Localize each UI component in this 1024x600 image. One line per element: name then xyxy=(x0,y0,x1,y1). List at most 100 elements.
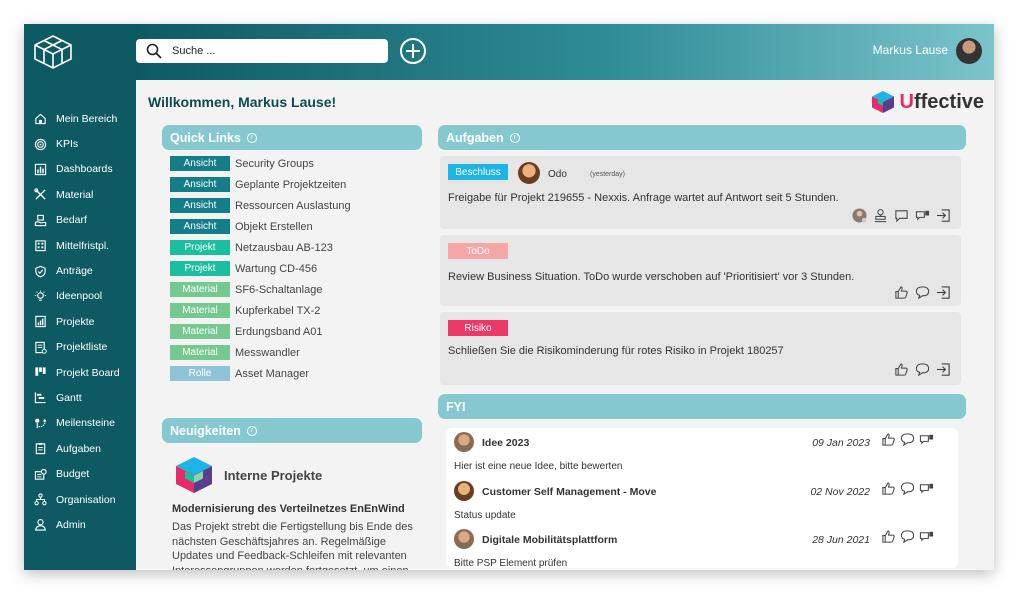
assign-icon[interactable] xyxy=(936,362,951,377)
quick-link-item[interactable]: Projekt Wartung CD-456 xyxy=(170,258,430,279)
quick-link-tag: Material xyxy=(170,345,230,360)
list-item[interactable]: Idee 2023 09 Jan 2023 Hier ist eine neue… xyxy=(446,428,958,477)
sidebar-item-label: Aufgaben xyxy=(56,442,101,455)
status-badge: Risiko xyxy=(448,320,508,336)
thumbs-up-icon[interactable] xyxy=(894,362,909,377)
forward-comment-icon[interactable] xyxy=(919,481,934,496)
sidebar-item-label: KPIs xyxy=(56,138,79,151)
quick-link-item[interactable]: Ansicht Ressourcen Auslastung xyxy=(170,195,430,216)
sidebar-item-material[interactable]: Material xyxy=(24,182,136,207)
report-icon xyxy=(35,316,46,328)
task-card[interactable]: Beschluss Odo (yesterday) Freigabe für P… xyxy=(440,156,961,229)
comment-icon[interactable] xyxy=(915,362,930,377)
forward-comment-icon[interactable] xyxy=(919,529,934,544)
sidebar-item-antraege[interactable]: Anträge xyxy=(24,258,136,283)
quick-link-tag: Material xyxy=(170,303,230,318)
thumbs-up-icon[interactable] xyxy=(881,432,896,447)
sidebar-item-meilensteine[interactable]: Meilensteine xyxy=(24,411,136,436)
sidebar-item-label: Ideenpool xyxy=(56,290,103,303)
fyi-text: Status update xyxy=(454,509,516,521)
assign-icon[interactable] xyxy=(936,285,951,300)
quick-link-label: Erdungsband A01 xyxy=(235,325,323,338)
home-icon xyxy=(35,113,46,125)
status-badge: Beschluss xyxy=(448,164,508,180)
quick-link-item[interactable]: Ansicht Objekt Erstellen xyxy=(170,216,430,237)
task-text: Schließen Sie die Risikominderung für ro… xyxy=(448,345,784,357)
comment-icon[interactable] xyxy=(900,481,915,496)
forward-comment-icon[interactable] xyxy=(919,432,934,447)
sidebar-item-mittelfristpl[interactable]: Mittelfristpl. xyxy=(24,233,136,258)
sidebar-item-aufgaben[interactable]: Aufgaben xyxy=(24,436,136,461)
sidebar-nav: Mein Bereich KPIs Dashboards Material Be… xyxy=(24,106,136,538)
assign-icon[interactable] xyxy=(936,208,951,223)
task-card[interactable]: ToDo Review Business Situation. ToDo wur… xyxy=(440,235,961,306)
sidebar-item-gantt[interactable]: Gantt xyxy=(24,385,136,410)
sidebar-item-mein-bereich[interactable]: Mein Bereich xyxy=(24,106,136,131)
forward-comment-icon[interactable] xyxy=(915,208,930,223)
sidebar-item-budget[interactable]: Budget xyxy=(24,461,136,486)
quick-link-item[interactable]: Material Kupferkabel TX-2 xyxy=(170,300,430,321)
milestone-icon xyxy=(35,418,46,429)
hand-box-icon xyxy=(34,214,47,226)
info-icon[interactable]: i xyxy=(246,425,257,436)
quick-link-item[interactable]: Material Messwandler xyxy=(170,342,430,363)
sidebar-item-dashboards[interactable]: Dashboards xyxy=(24,157,136,182)
page-title: Willkommen, Markus Lause! xyxy=(148,94,337,110)
news-item[interactable]: Interne Projekte Modernisierung des Vert… xyxy=(172,455,428,570)
thumbs-up-icon[interactable] xyxy=(894,285,909,300)
news-header: Neuigkeiten i xyxy=(162,418,422,443)
quick-link-tag: Rolle xyxy=(170,366,230,381)
user-name[interactable]: Markus Lause xyxy=(873,43,948,57)
quick-link-tag: Projekt xyxy=(170,240,230,255)
sidebar-item-projektliste[interactable]: Projektliste xyxy=(24,335,136,360)
quick-link-label: Kupferkabel TX-2 xyxy=(235,304,321,317)
sidebar-item-projekt-board[interactable]: Projekt Board xyxy=(24,360,136,385)
user-avatar[interactable] xyxy=(956,38,982,64)
comment-icon[interactable] xyxy=(900,432,915,447)
user-icon xyxy=(35,519,46,532)
avatar xyxy=(454,432,474,452)
comment-icon[interactable] xyxy=(900,529,915,544)
sidebar-item-admin[interactable]: Admin xyxy=(24,512,136,537)
sidebar-item-organisation[interactable]: Organisation xyxy=(24,487,136,512)
thumbs-up-icon[interactable] xyxy=(881,481,896,496)
list-item[interactable]: Digitale Mobilitätsplattform 28 Jun 2021… xyxy=(446,525,958,568)
info-icon[interactable]: i xyxy=(246,132,257,143)
fyi-title: Idee 2023 xyxy=(482,437,530,449)
sidebar-item-ideenpool[interactable]: Ideenpool xyxy=(24,284,136,309)
budget-icon xyxy=(34,468,47,480)
fyi-text: Hier ist eine neue Idee, bitte bewerten xyxy=(454,461,623,472)
app-logo-icon[interactable] xyxy=(32,34,74,70)
sidebar: Mein Bereich KPIs Dashboards Material Be… xyxy=(24,24,136,570)
add-button[interactable] xyxy=(400,38,426,64)
quick-link-item[interactable]: Material SF6-Schaltanlage xyxy=(170,279,430,300)
sidebar-item-projekte[interactable]: Projekte xyxy=(24,309,136,334)
search-input[interactable] xyxy=(172,45,372,57)
tools-icon xyxy=(34,188,46,200)
sidebar-item-label: Admin xyxy=(56,518,86,531)
sidebar-item-kpis[interactable]: KPIs xyxy=(24,131,136,156)
quick-link-item[interactable]: Ansicht Security Groups xyxy=(170,153,430,174)
avatar-icon[interactable] xyxy=(852,208,867,223)
search-box[interactable] xyxy=(136,39,388,63)
quick-link-item[interactable]: Material Erdungsband A01 xyxy=(170,321,430,342)
comment-icon[interactable] xyxy=(894,208,909,223)
sidebar-item-bedarf[interactable]: Bedarf xyxy=(24,208,136,233)
quick-link-tag: Ansicht xyxy=(170,198,230,213)
task-card[interactable]: Risiko Schließen Sie die Risikominderung… xyxy=(440,312,961,385)
list-item[interactable]: Customer Self Management - Move 02 Nov 2… xyxy=(446,477,958,526)
quick-link-label: Asset Manager xyxy=(235,367,309,380)
stamp-icon[interactable] xyxy=(873,208,888,223)
gantt-icon xyxy=(34,392,46,404)
info-icon[interactable]: i xyxy=(509,132,520,143)
target-icon xyxy=(34,138,47,150)
quick-link-item[interactable]: Projekt Netzausbau AB-123 xyxy=(170,237,430,258)
comment-icon[interactable] xyxy=(915,285,930,300)
tasks-header: Aufgaben i xyxy=(438,125,966,150)
fyi-header: FYI xyxy=(438,394,966,419)
quick-link-item[interactable]: Rolle Asset Manager xyxy=(170,363,430,384)
thumbs-up-icon[interactable] xyxy=(881,529,896,544)
quick-link-label: Security Groups xyxy=(235,157,314,170)
quick-link-item[interactable]: Ansicht Geplante Projektzeiten xyxy=(170,174,430,195)
fyi-date: 09 Jan 2023 xyxy=(812,437,870,449)
